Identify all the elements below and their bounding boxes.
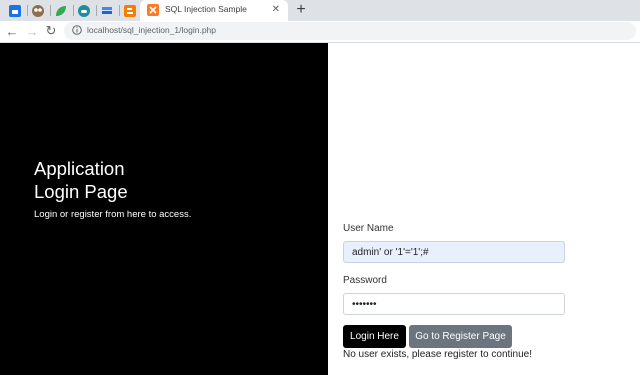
tab-sql-injection-sample[interactable]: SQL Injection Sample ✕ bbox=[140, 0, 288, 21]
reload-icon[interactable]: ↻ bbox=[43, 23, 59, 39]
tab-title: SQL Injection Sample bbox=[165, 4, 247, 14]
tab-separator bbox=[119, 5, 120, 16]
password-input[interactable] bbox=[343, 293, 565, 315]
tab-separator bbox=[73, 5, 74, 16]
login-form: User Name Password Login Here Go to Regi… bbox=[328, 43, 640, 375]
page-content: Application Login Page Login or register… bbox=[0, 43, 640, 375]
blue-stack-favicon-icon bbox=[102, 7, 112, 14]
pinned-tab-3[interactable] bbox=[53, 3, 69, 19]
close-tab-icon[interactable]: ✕ bbox=[272, 3, 280, 17]
tab-separator bbox=[96, 5, 97, 16]
page-title: Application Login Page bbox=[34, 157, 128, 203]
pinned-tab-2[interactable] bbox=[30, 3, 46, 19]
green-leaf-favicon-icon bbox=[56, 6, 66, 16]
hero-panel: Application Login Page Login or register… bbox=[0, 43, 328, 375]
tab-separator bbox=[27, 5, 28, 16]
pinned-tab-6[interactable] bbox=[122, 3, 138, 19]
login-button[interactable]: Login Here bbox=[343, 325, 406, 348]
page-subtitle: Login or register from here to access. bbox=[34, 209, 192, 220]
tab-strip: SQL Injection Sample ✕ + bbox=[0, 0, 640, 21]
password-label: Password bbox=[343, 275, 387, 286]
forward-arrow-icon[interactable]: → bbox=[24, 23, 40, 39]
pinned-tab-1[interactable] bbox=[7, 3, 23, 19]
teal-cloud-favicon-icon bbox=[78, 5, 90, 17]
username-label: User Name bbox=[343, 223, 394, 234]
username-input[interactable] bbox=[343, 241, 565, 263]
orange-blogger-favicon-icon bbox=[124, 5, 136, 17]
info-icon[interactable] bbox=[72, 25, 82, 35]
xampp-favicon-icon bbox=[147, 4, 159, 16]
status-message: No user exists, please register to conti… bbox=[343, 349, 532, 360]
address-bar[interactable]: localhost/sql_injection_1/login.php bbox=[64, 22, 636, 40]
owl-favicon-icon bbox=[32, 5, 44, 17]
url-text[interactable]: localhost/sql_injection_1/login.php bbox=[87, 25, 216, 35]
register-page-button[interactable]: Go to Register Page bbox=[409, 325, 512, 348]
back-arrow-icon[interactable]: ← bbox=[4, 23, 20, 39]
blue-square-favicon-icon bbox=[9, 5, 21, 17]
new-tab-button[interactable]: + bbox=[292, 1, 310, 19]
browser-toolbar: ← → ↻ localhost/sql_injection_1/login.ph… bbox=[0, 21, 640, 43]
pinned-tab-4[interactable] bbox=[76, 3, 92, 19]
page-title-line-1: Application bbox=[34, 158, 125, 179]
page-title-line-2: Login Page bbox=[34, 181, 128, 202]
pinned-tab-5[interactable] bbox=[99, 3, 115, 19]
tab-separator bbox=[50, 5, 51, 16]
